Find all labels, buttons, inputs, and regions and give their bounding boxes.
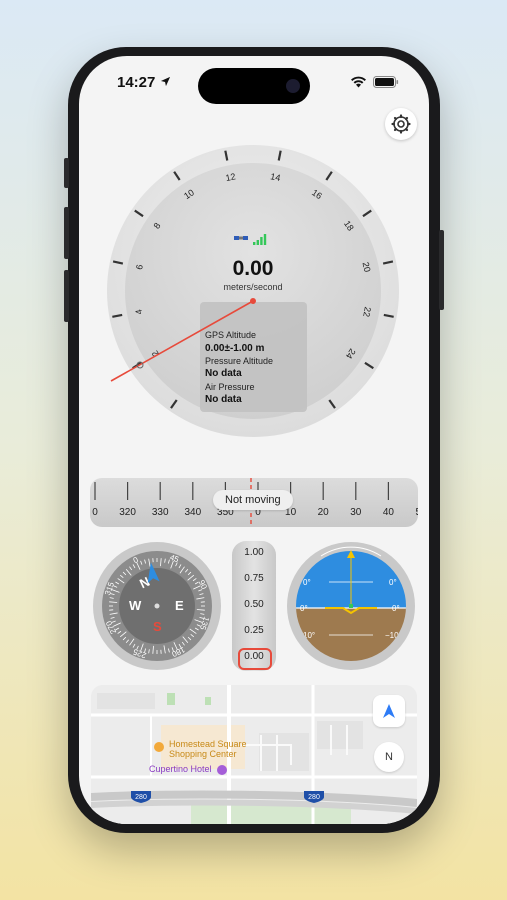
- level-value: 0.50: [244, 599, 264, 610]
- volume-down-button: [64, 270, 69, 322]
- speedometer: 24681012 141618202224 0.00 meters/second …: [107, 145, 399, 437]
- movement-status: Not moving: [213, 490, 293, 510]
- heading-label: 0: [92, 507, 98, 518]
- pressure-altitude-label: Pressure Altitude: [205, 356, 273, 366]
- level-indicator: [238, 648, 272, 670]
- gear-icon: [391, 114, 411, 134]
- pitch-label: 0°: [300, 604, 308, 613]
- status-time: 14:27: [117, 74, 171, 91]
- air-pressure-label: Air Pressure: [205, 382, 255, 392]
- satellite-icon: [234, 236, 248, 240]
- poi-shopping-line-2: Shopping Center: [169, 749, 237, 759]
- speed-tick-label: 22: [361, 306, 373, 318]
- compass-east: E: [175, 598, 184, 613]
- pitch-label: 0°: [389, 578, 397, 587]
- dynamic-island: [198, 68, 310, 104]
- battery-icon: [373, 76, 399, 88]
- map-view[interactable]: Homestead Square Shopping Center Cuperti…: [91, 685, 417, 824]
- settings-button[interactable]: [385, 108, 417, 140]
- volume-up-button: [64, 207, 69, 259]
- pitch-label: 0°: [303, 578, 311, 587]
- time-text: 14:27: [117, 74, 156, 91]
- pitch-label: 0°: [392, 604, 400, 613]
- poi-shopping-center[interactable]: Homestead Square Shopping Center: [169, 739, 247, 759]
- map-compass-button[interactable]: N: [374, 742, 404, 772]
- power-button: [439, 230, 444, 310]
- compass: 0 4590135180225270315 N E S W: [93, 542, 221, 670]
- gps-altitude-label: GPS Altitude: [205, 330, 256, 340]
- air-pressure-value: No data: [205, 394, 242, 405]
- highway-shield-2: 280: [304, 791, 324, 803]
- vertical-level: 1.00 0.75 0.50 0.25 0.00: [232, 541, 276, 671]
- heading-label: 340: [184, 507, 201, 518]
- map-compass-label: N: [385, 751, 393, 763]
- shopping-pin-icon: [154, 742, 164, 752]
- level-value: 0.25: [244, 625, 264, 636]
- needle-hub: [250, 298, 256, 304]
- status-icons: [350, 76, 399, 88]
- heading-tape: 032033034035001020304050 Not moving: [90, 478, 418, 527]
- poi-hotel[interactable]: Cupertino Hotel: [149, 764, 212, 774]
- heading-label: 50: [415, 507, 418, 518]
- speed-tick-label: 14: [270, 171, 282, 183]
- heading-label: 40: [383, 507, 395, 518]
- compass-west: W: [129, 598, 142, 613]
- camera-icon: [286, 79, 300, 93]
- heading-label: 330: [152, 507, 169, 518]
- location-arrow-icon: [160, 76, 170, 87]
- hotel-pin-icon: [217, 765, 227, 775]
- pressure-altitude-value: No data: [205, 368, 242, 379]
- heading-label: 320: [119, 507, 136, 518]
- app-screen: 14:27 2 4 6 8 10 12 14 16 18 20 22 24 0.…: [79, 56, 429, 824]
- side-button: [64, 158, 69, 188]
- locate-me-button[interactable]: [373, 695, 405, 727]
- speed-tick-label: 12: [225, 171, 237, 183]
- location-arrow-icon: [383, 704, 395, 718]
- wifi-icon: [351, 76, 366, 88]
- highway-shield-1: 280: [131, 791, 151, 803]
- speed-value: 0.00: [233, 257, 274, 280]
- compass-south: S: [153, 619, 162, 634]
- gps-altitude-value: 0.00±-1.00 m: [205, 343, 265, 354]
- heading-label: 30: [350, 507, 362, 518]
- speed-unit: meters/second: [223, 282, 282, 292]
- level-value: 0.75: [244, 573, 264, 584]
- heading-label: 20: [318, 507, 330, 518]
- poi-shopping-line-1: Homestead Square: [169, 739, 247, 749]
- attitude-indicator: 0° 0° 0° 0° 10° −10°: [287, 542, 415, 670]
- svg-text:280: 280: [308, 794, 320, 801]
- speed-tick-label: 20: [361, 261, 373, 273]
- level-value: 1.00: [244, 547, 264, 558]
- svg-text:280: 280: [135, 794, 147, 801]
- compass-center: [154, 603, 160, 609]
